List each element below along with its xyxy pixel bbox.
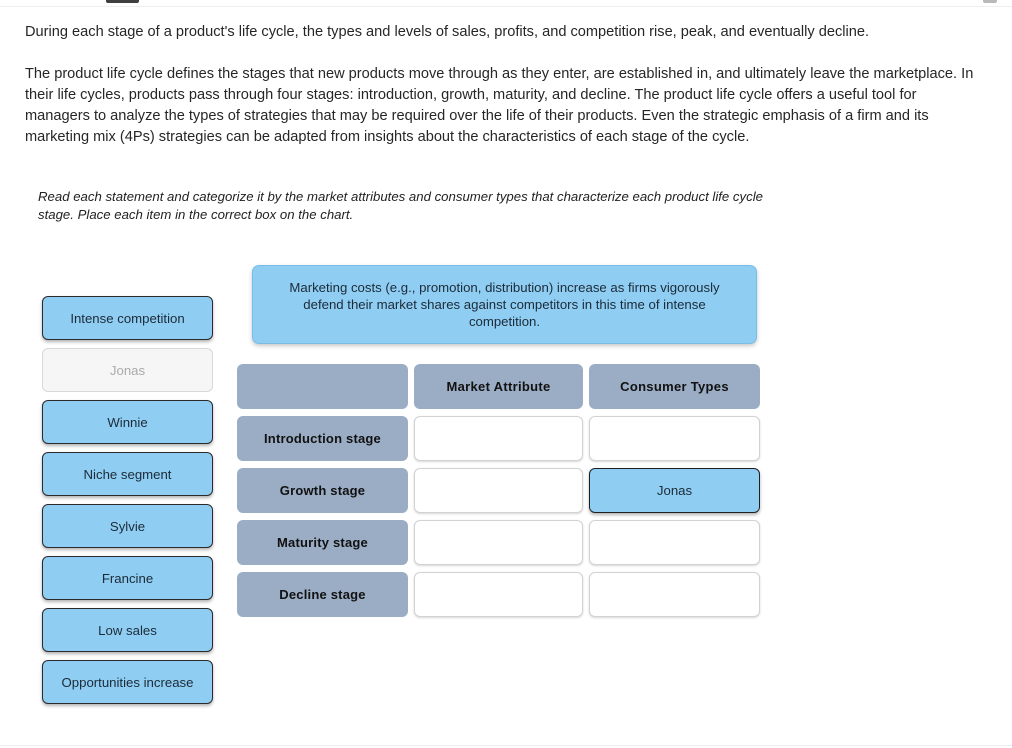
categorization-matrix: Market Attribute Consumer Types Introduc… xyxy=(237,364,760,617)
row-header-maturity-stage: Maturity stage xyxy=(237,520,408,565)
draggable-chip[interactable]: Francine xyxy=(42,556,213,600)
row-header-introduction-stage: Introduction stage xyxy=(237,416,408,461)
draggable-chip[interactable]: Sylvie xyxy=(42,504,213,548)
draggable-chip[interactable]: Opportunities increase xyxy=(42,660,213,704)
row-header-growth-stage: Growth stage xyxy=(237,468,408,513)
chip-palette: Intense competition Jonas Winnie Niche s… xyxy=(42,296,213,712)
dropzone-maturity-market-attribute[interactable] xyxy=(414,520,583,565)
column-header-market-attribute: Market Attribute xyxy=(414,364,583,409)
dropzone-decline-market-attribute[interactable] xyxy=(414,572,583,617)
dropzone-maturity-consumer-types[interactable] xyxy=(589,520,760,565)
matrix-corner-cell xyxy=(237,364,408,409)
draggable-chip[interactable]: Intense competition xyxy=(42,296,213,340)
row-header-decline-stage: Decline stage xyxy=(237,572,408,617)
column-header-consumer-types: Consumer Types xyxy=(589,364,760,409)
statement-banner[interactable]: Marketing costs (e.g., promotion, distri… xyxy=(252,265,757,344)
dropzone-introduction-market-attribute[interactable] xyxy=(414,416,583,461)
bottom-divider xyxy=(0,745,1012,746)
dropzone-decline-consumer-types[interactable] xyxy=(589,572,760,617)
draggable-chip[interactable]: Low sales xyxy=(42,608,213,652)
drag-and-drop-activity: Marketing costs (e.g., promotion, distri… xyxy=(0,0,1012,748)
dropzone-introduction-consumer-types[interactable] xyxy=(589,416,760,461)
draggable-chip[interactable]: Winnie xyxy=(42,400,213,444)
draggable-chip[interactable]: Niche segment xyxy=(42,452,213,496)
dropzone-growth-consumer-types[interactable]: Jonas xyxy=(589,468,760,513)
dropzone-growth-market-attribute[interactable] xyxy=(414,468,583,513)
draggable-chip-placeholder: Jonas xyxy=(42,348,213,392)
